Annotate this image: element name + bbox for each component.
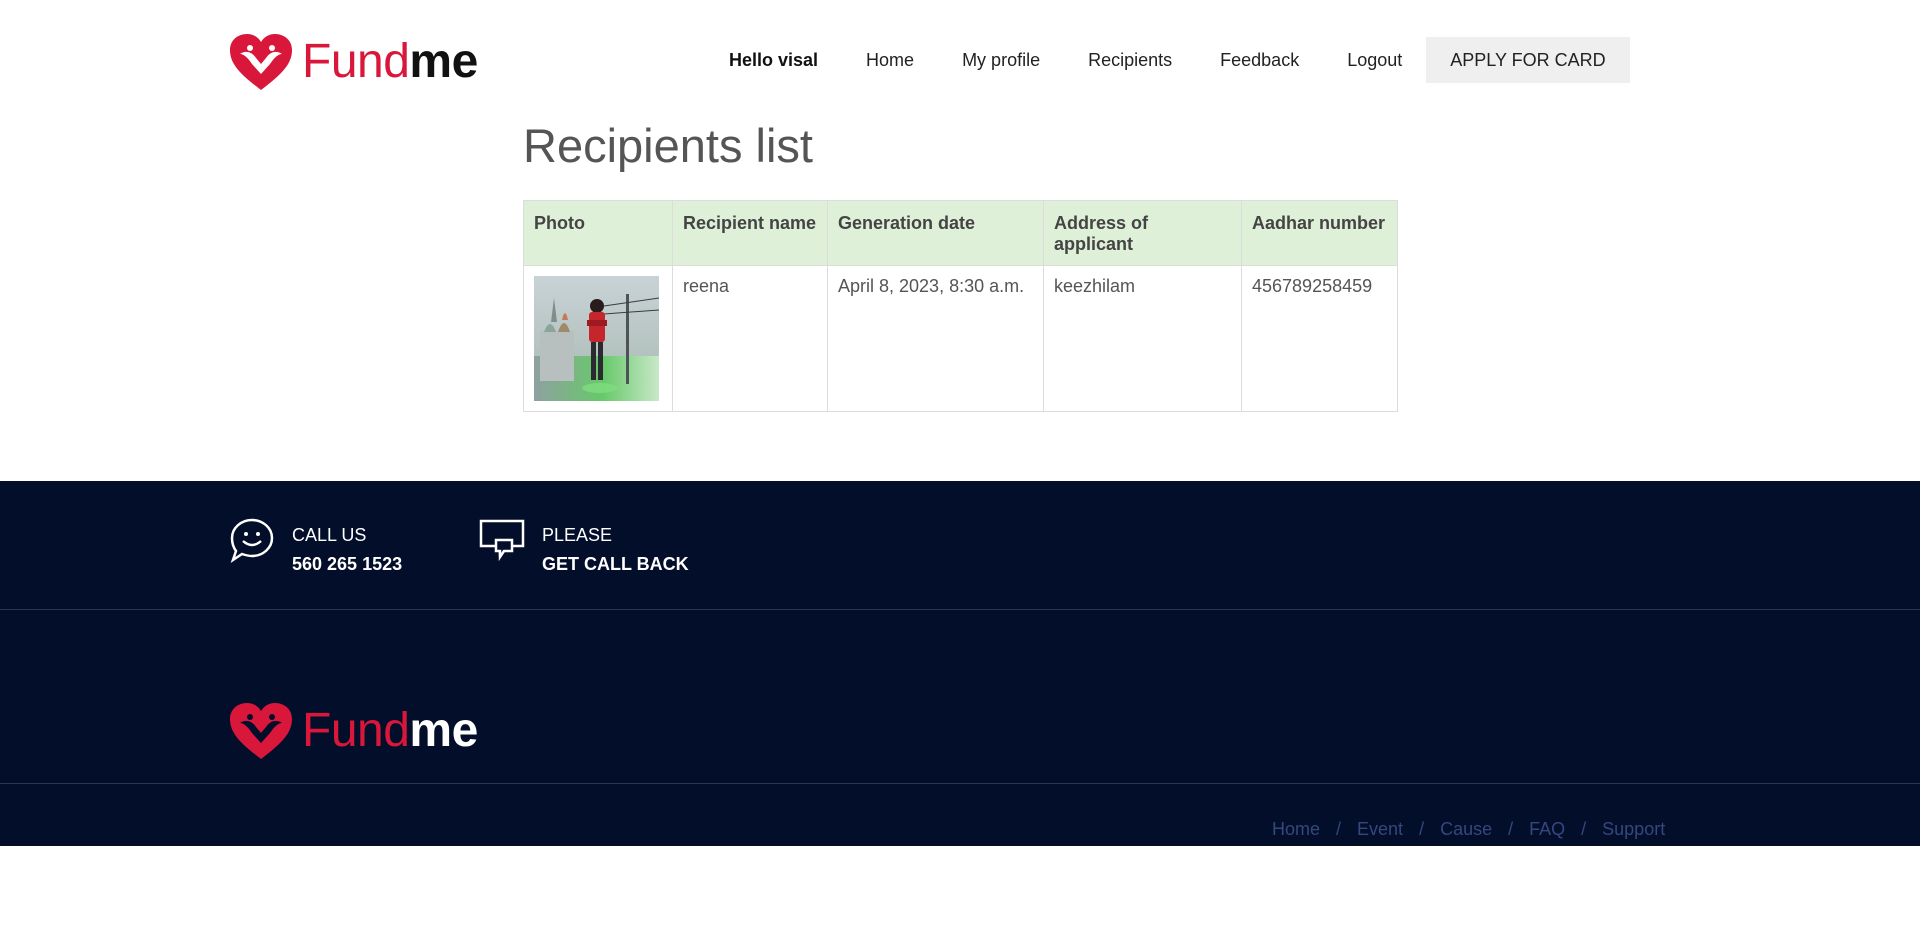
apply-for-card-button[interactable]: APPLY FOR CARD [1426,37,1630,83]
nav-recipients[interactable]: Recipients [1064,37,1196,83]
nav-home[interactable]: Home [842,37,938,83]
address-cell: keezhilam [1043,265,1242,412]
col-address: Address of applicant [1043,200,1242,266]
heart-hands-icon [230,34,292,90]
brand-logo[interactable]: Fundme [228,32,478,92]
main-nav: Hello visal Home My profile Recipients F… [724,37,1630,83]
nav-logout[interactable]: Logout [1323,37,1426,83]
footer-brand-name: Fundme [302,704,478,757]
heart-hands-icon [230,703,292,759]
nav-feedback[interactable]: Feedback [1196,37,1323,83]
photo-cell [523,265,673,412]
recipient-name-cell: reena [672,265,828,412]
please-label: PLEASE [542,525,613,545]
footer-nav: Home / Event / Cause / FAQ / Support [1272,819,1665,840]
phone-number[interactable]: 560 265 1523 [292,550,402,579]
aadhar-cell: 456789258459 [1241,265,1398,412]
footer-divider [0,783,1920,784]
footer-link-faq[interactable]: FAQ [1529,819,1565,840]
footer-separator: / [1336,819,1342,839]
call-us-label: CALL US [292,525,367,545]
footer-separator: / [1508,819,1514,839]
call-us-block[interactable]: CALL US 560 265 1523 [228,516,402,579]
col-photo: Photo [523,200,673,266]
table-row: reena April 8, 2023, 8:30 a.m. keezhilam… [523,265,1398,412]
brand-name: Fundme [302,35,478,88]
recipient-photo [534,276,659,401]
col-recipient-name: Recipient name [672,200,828,266]
footer-link-support[interactable]: Support [1602,819,1665,840]
footer-divider [0,609,1920,610]
get-call-back-link[interactable]: GET CALL BACK [542,550,689,579]
footer-separator: / [1581,819,1587,839]
col-aadhar: Aadhar number [1241,200,1398,266]
footer-separator: / [1419,819,1425,839]
site-header: Fundme Hello visal Home My profile Recip… [0,0,1920,110]
footer-link-home[interactable]: Home [1272,819,1320,840]
col-generation-date: Generation date [827,200,1044,266]
footer-link-cause[interactable]: Cause [1440,819,1492,840]
table-header-row: Photo Recipient name Generation date Add… [523,200,1398,266]
greeting-text: Hello visal [729,50,819,70]
callback-block[interactable]: PLEASE GET CALL BACK [478,516,689,579]
footer-logo[interactable]: Fundme [228,701,478,761]
generation-date-cell: April 8, 2023, 8:30 a.m. [827,265,1044,412]
recipients-table: Photo Recipient name Generation date Add… [523,200,1398,412]
smiley-chat-icon [230,518,274,564]
footer-link-event[interactable]: Event [1357,819,1403,840]
speech-bubbles-icon [479,519,525,562]
nav-my-profile[interactable]: My profile [938,37,1064,83]
page-title: Recipients list [523,119,813,172]
site-footer: CALL US 560 265 1523 PLEASE GET CALL BAC… [0,481,1920,846]
